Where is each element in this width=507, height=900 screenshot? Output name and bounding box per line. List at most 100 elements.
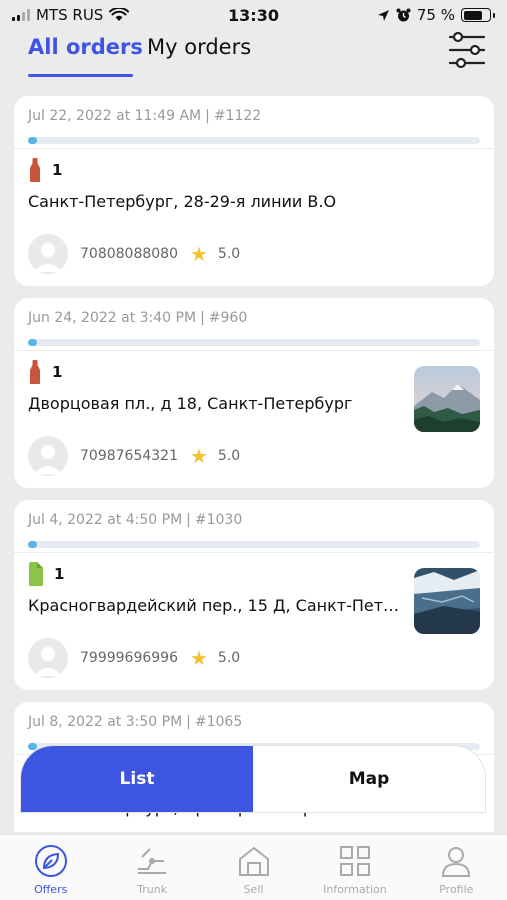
star-icon: ★ [189, 444, 208, 468]
card-divider [14, 148, 494, 149]
active-tab-indicator [28, 74, 133, 77]
tab-all-orders[interactable]: All orders [28, 35, 143, 59]
customer-rating: 5.0 [217, 448, 241, 464]
order-progress-fill [28, 541, 38, 548]
card-divider [14, 552, 494, 553]
nav-label: Information [323, 883, 387, 896]
customer-phone: 70987654321 [80, 448, 178, 464]
pouch-icon [29, 562, 43, 586]
customer-row: 70987654321 ★ 5.0 [28, 436, 240, 476]
item-quantity: 1 [52, 161, 63, 179]
nav-label: Sell [243, 883, 264, 896]
signal-icon [12, 9, 30, 21]
order-progress-fill [28, 743, 38, 750]
orders-list[interactable]: Jul 22, 2022 at 11:49 AM | #1122 1 Санкт… [14, 96, 494, 832]
status-right: 75 % [377, 6, 495, 24]
orders-header: All orders My orders [0, 30, 507, 86]
customer-rating: 5.0 [217, 650, 241, 666]
order-meta: Jul 8, 2022 at 3:50 PM | #1065 [28, 714, 480, 730]
item-quantity: 1 [54, 565, 65, 583]
meta-separator: | [186, 512, 191, 528]
nav-trunk[interactable]: Trunk [101, 835, 202, 900]
house-icon [238, 847, 269, 876]
order-date: Jul 22, 2022 at 11:49 AM [28, 108, 202, 124]
filter-sliders-icon[interactable] [447, 30, 487, 70]
battery-percent: 75 % [416, 6, 455, 24]
customer-rating: 5.0 [217, 246, 241, 262]
avatar [28, 436, 68, 476]
item-row: 1 [28, 158, 62, 182]
order-meta: Jul 22, 2022 at 11:49 AM | #1122 [28, 108, 480, 124]
order-photo[interactable] [414, 568, 480, 634]
carrier-name: MTS RUS [36, 6, 104, 24]
item-quantity: 1 [52, 363, 63, 381]
customer-row: 79999696996 ★ 5.0 [28, 638, 240, 678]
clock: 13:30 [228, 5, 279, 25]
star-icon: ★ [189, 242, 208, 266]
order-address: Санкт-Петербург, 28-29-я линии В.О [28, 192, 337, 211]
order-id: #1122 [213, 108, 262, 124]
nav-profile[interactable]: Profile [406, 835, 507, 900]
meta-separator: | [200, 310, 205, 326]
item-row: 1 [28, 562, 64, 586]
order-progress-bar [28, 541, 480, 548]
avatar-placeholder-icon [34, 647, 62, 676]
bottle-icon [30, 158, 40, 182]
customer-phone: 79999696996 [80, 650, 178, 666]
order-address: Красногвардейский пер., 15 Д, Санкт-Пете… [28, 596, 400, 615]
order-progress-bar [28, 339, 480, 346]
meta-separator: | [186, 714, 191, 730]
bottom-nav: Offers Trunk Sell Information Profile [0, 834, 507, 900]
mountain-photo [414, 366, 480, 432]
nav-sell[interactable]: Sell [203, 835, 304, 900]
star-icon: ★ [189, 646, 208, 670]
avatar-placeholder-icon [34, 243, 62, 272]
map-view-button[interactable]: Map [253, 746, 485, 812]
status-left: MTS RUS [12, 6, 130, 24]
location-arrow-icon [377, 9, 389, 21]
landscape-photo [414, 568, 480, 634]
order-progress-fill [28, 137, 38, 144]
order-date: Jul 8, 2022 at 3:50 PM [28, 714, 183, 730]
nav-offers[interactable]: Offers [0, 835, 101, 900]
nav-label: Offers [34, 883, 68, 896]
order-card[interactable]: Jul 22, 2022 at 11:49 AM | #1122 1 Санкт… [14, 96, 494, 286]
alarm-icon [396, 8, 411, 21]
card-divider [14, 350, 494, 351]
order-meta: Jul 4, 2022 at 4:50 PM | #1030 [28, 512, 480, 528]
grid-icon [339, 846, 370, 876]
order-meta: Jun 24, 2022 at 3:40 PM | #960 [28, 310, 480, 326]
customer-phone: 70808088080 [80, 246, 178, 262]
customer-row: 70808088080 ★ 5.0 [28, 234, 240, 274]
order-id: #1065 [194, 714, 243, 730]
view-toggle: List Map [21, 746, 485, 812]
status-bar: MTS RUS 13:30 75 % [0, 0, 507, 30]
order-photo[interactable] [414, 366, 480, 432]
order-card[interactable]: Jun 24, 2022 at 3:40 PM | #960 1 Дворцов… [14, 298, 494, 488]
order-id: #1030 [194, 512, 243, 528]
tab-my-orders[interactable]: My orders [147, 35, 251, 59]
order-id: #960 [208, 310, 248, 326]
nav-information[interactable]: Information [304, 835, 405, 900]
order-date: Jul 4, 2022 at 4:50 PM [28, 512, 183, 528]
bottle-icon [30, 360, 40, 384]
avatar [28, 638, 68, 678]
order-address: Дворцовая пл., д 18, Санкт-Петербург [28, 394, 353, 413]
nav-label: Trunk [137, 883, 168, 896]
order-date: Jun 24, 2022 at 3:40 PM [28, 310, 197, 326]
order-progress-bar [28, 137, 480, 144]
battery-level [463, 10, 483, 20]
avatar-placeholder-icon [34, 445, 62, 474]
trunk-icon [138, 848, 167, 874]
wifi-icon [109, 8, 130, 21]
person-icon [442, 847, 471, 877]
meta-separator: | [205, 108, 210, 124]
order-progress-fill [28, 339, 38, 346]
item-row: 1 [28, 360, 62, 384]
order-card[interactable]: Jul 4, 2022 at 4:50 PM | #1030 1 Красног… [14, 500, 494, 690]
list-view-button[interactable]: List [21, 746, 253, 812]
avatar [28, 234, 68, 274]
leaf-circle-icon [34, 845, 67, 877]
battery-icon [461, 8, 495, 22]
nav-label: Profile [439, 883, 474, 896]
